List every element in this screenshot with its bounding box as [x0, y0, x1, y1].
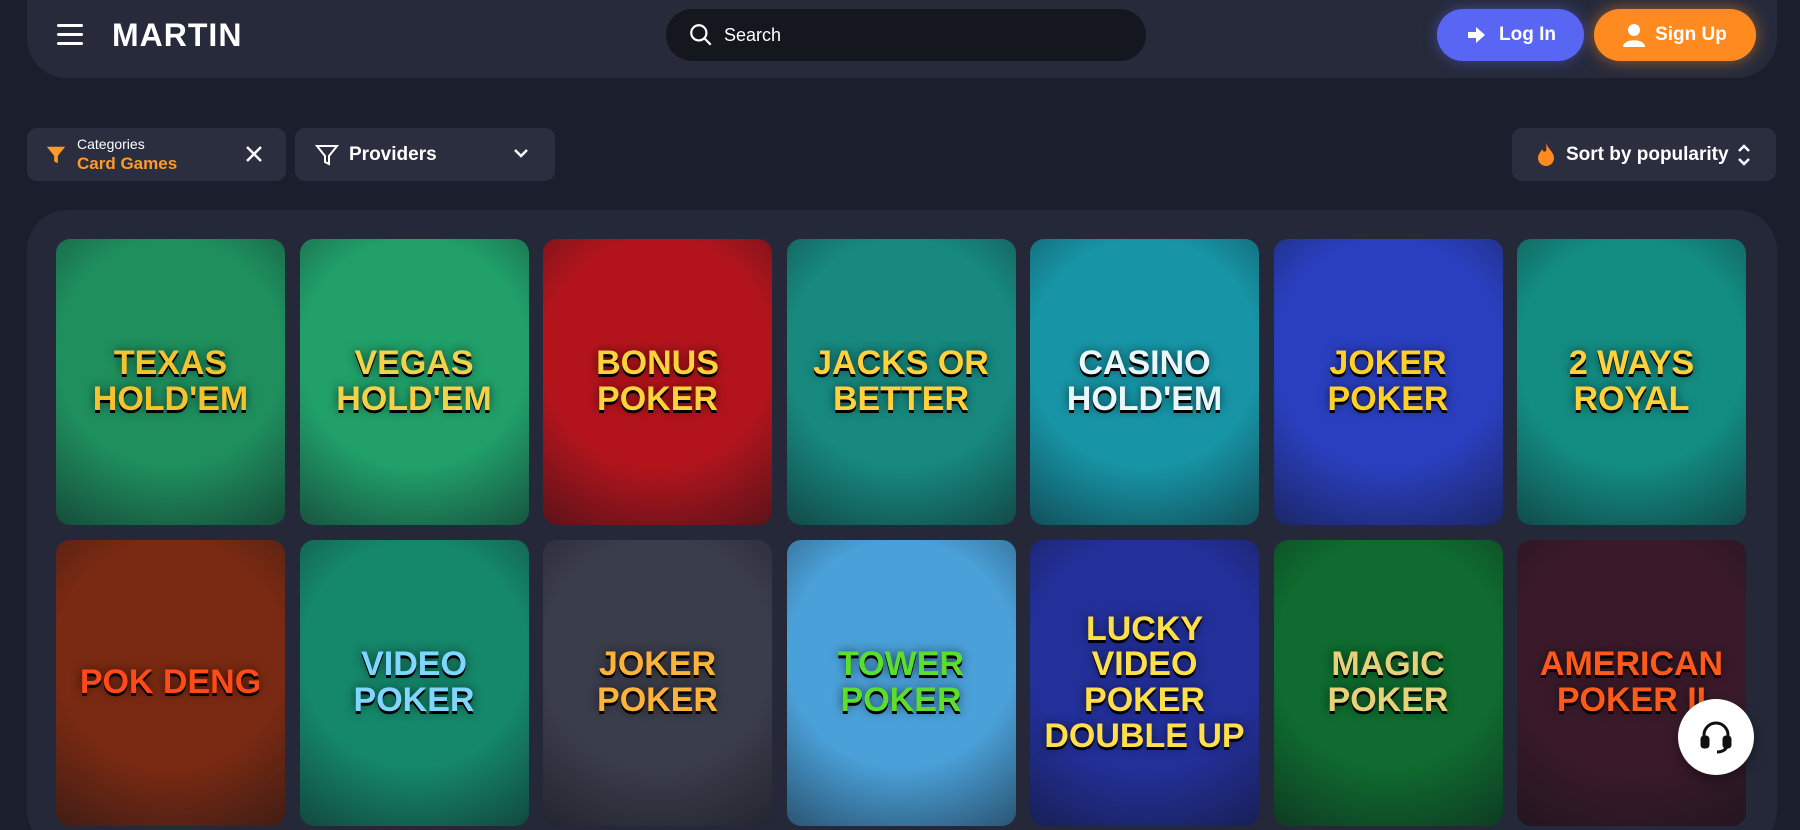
game-tile[interactable]: Video Poker	[299, 540, 529, 826]
game-title: Magic Poker	[1327, 645, 1449, 719]
category-filter-value: Card Games	[77, 153, 178, 173]
game-title: Jacks or Better	[813, 344, 989, 418]
filter-outline-icon	[315, 144, 339, 166]
brand-logo[interactable]: MARTIN	[112, 15, 242, 55]
game-title: 2 Ways Royal	[1568, 344, 1695, 418]
filter-icon	[46, 146, 66, 163]
game-title: Bonus Poker	[596, 344, 719, 418]
login-label: Log In	[1499, 24, 1556, 45]
close-icon[interactable]	[244, 144, 264, 164]
game-tile[interactable]: 2 Ways Royal	[1517, 239, 1746, 525]
providers-label: Providers	[349, 143, 437, 165]
game-title: Pok Deng	[79, 663, 262, 702]
game-tile[interactable]: Texas Hold'em	[56, 239, 285, 525]
menu-icon[interactable]	[57, 24, 83, 46]
top-header: MARTIN Log In Sign Up	[27, 0, 1777, 78]
search-bar[interactable]	[666, 9, 1146, 61]
category-filter-label: Categories	[77, 135, 145, 152]
user-icon	[1623, 24, 1646, 47]
game-tile[interactable]: Pok Deng	[56, 540, 285, 826]
headset-icon	[1700, 721, 1732, 754]
game-title: Texas Hold'em	[92, 344, 249, 418]
game-title: Lucky Video Poker Double Up	[1044, 609, 1245, 755]
game-title: Casino Hold'em	[1066, 344, 1223, 418]
login-icon	[1468, 27, 1485, 43]
search-icon	[690, 24, 712, 46]
game-tile[interactable]: Bonus Poker	[543, 239, 772, 525]
game-tile[interactable]: Lucky Video Poker Double Up	[1030, 540, 1259, 826]
signup-button[interactable]: Sign Up	[1594, 9, 1756, 61]
sort-dropdown[interactable]: Sort by popularity	[1512, 128, 1776, 181]
fire-icon	[1538, 142, 1554, 166]
support-chat-button[interactable]	[1678, 699, 1754, 775]
category-filter[interactable]: Categories Card Games	[27, 128, 286, 181]
game-tile[interactable]: Casino Hold'em	[1030, 239, 1259, 525]
search-input[interactable]	[724, 24, 1104, 46]
game-tile[interactable]: Joker Poker	[543, 540, 772, 826]
game-tile[interactable]: American Poker II	[1517, 540, 1746, 826]
game-tile[interactable]: Vegas Hold'em	[299, 239, 529, 525]
login-button[interactable]: Log In	[1437, 9, 1584, 61]
game-tile[interactable]: Joker Poker	[1273, 239, 1503, 525]
sort-label: Sort by popularity	[1566, 143, 1729, 165]
signup-label: Sign Up	[1655, 24, 1727, 45]
game-tile[interactable]: Magic Poker	[1273, 540, 1503, 826]
game-title: Tower Poker	[838, 645, 964, 719]
providers-dropdown[interactable]: Providers	[295, 128, 555, 181]
game-title: Joker Poker	[1327, 344, 1449, 418]
game-title: Video Poker	[353, 645, 475, 719]
game-title: Vegas Hold'em	[336, 344, 492, 418]
game-tile[interactable]: Tower Poker	[786, 540, 1016, 826]
game-tile[interactable]: Jacks or Better	[786, 239, 1016, 525]
sort-arrows-icon	[1738, 144, 1750, 166]
game-title: Joker Poker	[597, 645, 718, 719]
chevron-down-icon	[514, 149, 528, 158]
